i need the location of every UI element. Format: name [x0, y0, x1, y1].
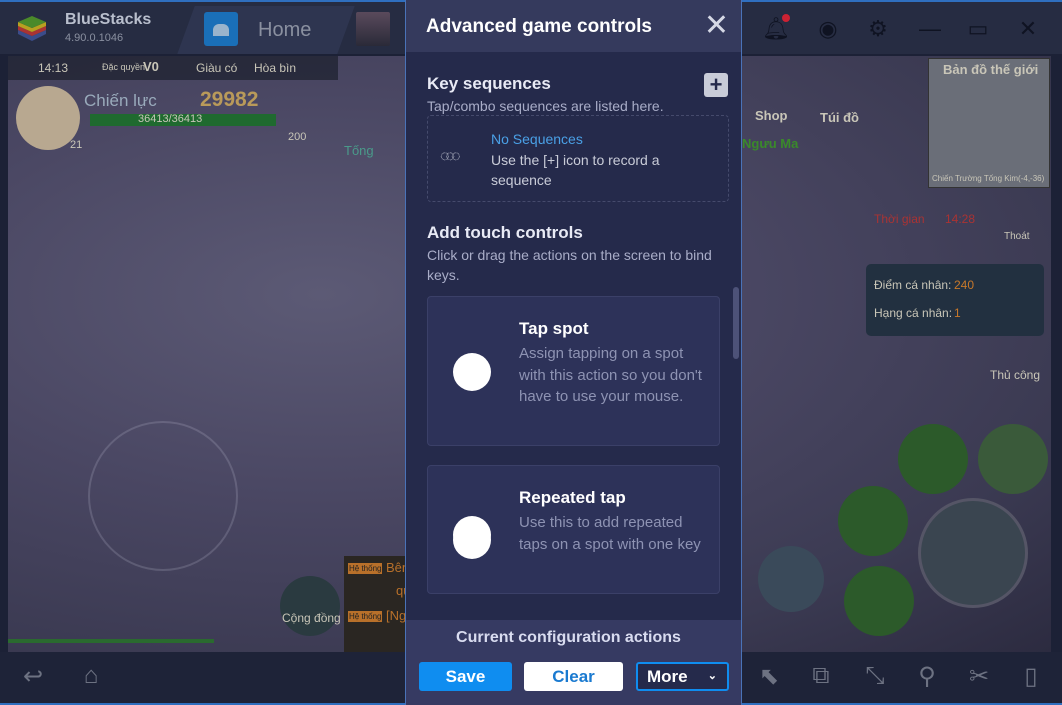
panel-footer: Current configuration actions Save Clear…	[406, 620, 741, 705]
card-title: Tap spot	[519, 319, 589, 338]
exit-button[interactable]: Thoát	[1004, 231, 1030, 242]
back-icon[interactable]: ↩	[16, 662, 50, 691]
home-nav-icon[interactable]: ⌂	[74, 662, 108, 690]
repeated-tap-card[interactable]: Repeated tap Use this to add repeated ta…	[427, 465, 720, 594]
app-version: 4.90.0.1046	[65, 32, 124, 44]
map-title: Bản đồ thế giới	[943, 62, 1039, 77]
gear-icon[interactable]: ⚙	[864, 16, 892, 42]
chevron-down-icon: ⌄	[707, 670, 717, 682]
map-location: Chiến Trường Tống Kim(-4,-36)	[932, 174, 1045, 183]
touch-controls-subtitle: Click or drag the actions on the screen …	[427, 247, 712, 283]
tap-spot-icon[interactable]	[453, 353, 491, 391]
maximize-icon[interactable]: ▭	[964, 16, 992, 42]
tab-home[interactable]: Home	[258, 19, 311, 42]
close-panel-icon[interactable]: ✕	[704, 8, 729, 43]
sequence-icon: ◌◌◌	[440, 148, 460, 165]
key-sequences-title: Key sequences	[427, 74, 551, 93]
privilege-label[interactable]: Đặc quyền	[102, 62, 145, 72]
more-dropdown[interactable]: More ⌄	[636, 662, 729, 691]
repeated-tap-icon[interactable]	[453, 516, 491, 554]
bluestacks-logo	[18, 16, 46, 41]
system-tag: Hệ thống	[348, 611, 383, 622]
manual-button[interactable]: Thủ công	[990, 368, 1040, 382]
shake-icon[interactable]: ▯	[1014, 662, 1048, 691]
peace-mode[interactable]: Hòa bìn	[254, 61, 296, 75]
time-value: 14:28	[945, 212, 976, 226]
panel-title: Advanced game controls	[426, 16, 652, 37]
config-actions-title: Current configuration actions	[456, 629, 681, 646]
skill-button[interactable]	[898, 424, 968, 494]
power-value: 29982	[200, 88, 259, 111]
add-sequence-button[interactable]: +	[704, 73, 728, 97]
save-button[interactable]: Save	[419, 662, 512, 691]
tap-spot-card[interactable]: Tap spot Assign tapping on a spot with t…	[427, 296, 720, 446]
panel-header: Advanced game controls ✕	[406, 0, 741, 52]
skill-button[interactable]	[978, 424, 1048, 494]
system-tag: Hệ thống	[348, 563, 383, 574]
fullscreen-icon[interactable]: ⤡	[858, 662, 892, 690]
rich-button[interactable]: Giàu có	[196, 61, 237, 75]
time-label: Thời gian	[874, 212, 925, 226]
exp-bar	[8, 639, 214, 643]
rank-value: 1	[954, 306, 961, 320]
vip-level[interactable]: V0	[143, 59, 159, 74]
rank-label: Hạng cá nhân:	[874, 306, 953, 320]
advanced-controls-panel: Advanced game controls ✕ Key sequences T…	[405, 0, 742, 705]
touch-controls-title: Add touch controls	[427, 223, 583, 242]
score-label: Điểm cá nhân:	[874, 278, 952, 292]
bag-button[interactable]: Túi đồ	[820, 110, 859, 125]
minimize-icon[interactable]: —	[916, 16, 944, 42]
tong-label: Tống	[344, 143, 374, 158]
home-icon[interactable]	[204, 12, 238, 46]
key-sequences-subtitle: Tap/combo sequences are listed here.	[427, 98, 664, 114]
card-desc: Use this to add repeated taps on a spot …	[519, 514, 701, 553]
minimap[interactable]	[928, 58, 1050, 188]
joystick[interactable]	[88, 421, 238, 571]
power-label: Chiến lực	[84, 91, 157, 110]
bell-icon[interactable]: 🔔︎	[762, 14, 790, 42]
clear-button[interactable]: Clear	[524, 662, 623, 691]
score-value: 240	[954, 278, 975, 292]
card-desc: Assign tapping on a spot with this actio…	[519, 345, 702, 405]
panel-scrollbar[interactable]	[733, 287, 739, 359]
hp-bar: 36413/36413	[138, 113, 203, 125]
scissors-icon[interactable]: ✂	[962, 662, 996, 691]
rotate-icon[interactable]: ⧉	[804, 662, 838, 690]
close-window-icon[interactable]: ✕	[1014, 16, 1042, 42]
game-tab-icon[interactable]	[356, 12, 390, 46]
no-sequences-label: No Sequences	[491, 131, 583, 147]
skill-button[interactable]	[844, 566, 914, 636]
card-title: Repeated tap	[519, 488, 626, 507]
community-icon[interactable]	[280, 576, 340, 636]
app-name: BlueStacks	[65, 11, 152, 28]
game-clock: 14:13	[38, 61, 69, 75]
pointer-icon[interactable]: ⬉	[752, 662, 786, 691]
community-button[interactable]: Cộng đồng	[282, 611, 341, 625]
player-level: 21	[70, 139, 83, 151]
dodge-button[interactable]	[758, 546, 824, 612]
npc-name: Ngưu Ma	[742, 136, 799, 151]
sequence-empty-state: ◌◌◌ No Sequences Use the [+] icon to rec…	[427, 115, 729, 202]
chat-line: [Ng	[386, 608, 407, 623]
attack-button[interactable]	[918, 498, 1028, 608]
account-icon[interactable]: ◉	[814, 16, 842, 42]
location-icon[interactable]: ⚲	[910, 662, 944, 691]
potion-count[interactable]: 200	[288, 131, 306, 143]
skill-button[interactable]	[838, 486, 908, 556]
shop-button[interactable]: Shop	[755, 108, 788, 123]
more-label: More	[647, 667, 688, 686]
no-sequences-desc: Use the [+] icon to record a sequence	[491, 152, 660, 188]
